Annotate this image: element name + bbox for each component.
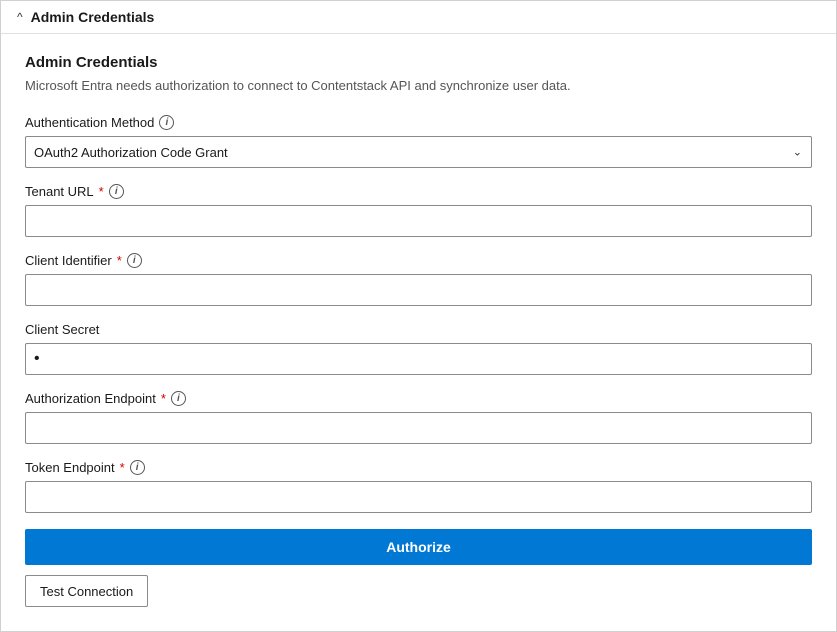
auth-method-select[interactable]: OAuth2 Authorization Code Grant Basic Au… [25, 136, 812, 168]
client-identifier-field: Client Identifier * i [25, 253, 812, 306]
admin-credentials-panel: ^ Admin Credentials Admin Credentials Mi… [0, 0, 837, 632]
tenant-url-label: Tenant URL * i [25, 184, 812, 199]
tenant-url-field: Tenant URL * i [25, 184, 812, 237]
tenant-url-input[interactable] [25, 205, 812, 237]
client-identifier-required: * [117, 253, 122, 268]
section-description: Microsoft Entra needs authorization to c… [25, 77, 812, 95]
collapse-icon: ^ [17, 10, 23, 24]
auth-endpoint-label: Authorization Endpoint * i [25, 391, 812, 406]
client-secret-input[interactable] [25, 343, 812, 375]
auth-method-field: Authentication Method i OAuth2 Authoriza… [25, 115, 812, 168]
client-identifier-input[interactable] [25, 274, 812, 306]
token-endpoint-info-icon[interactable]: i [130, 460, 145, 475]
tenant-url-info-icon[interactable]: i [109, 184, 124, 199]
section-title: Admin Credentials [25, 54, 812, 71]
token-endpoint-label: Token Endpoint * i [25, 460, 812, 475]
auth-endpoint-required: * [161, 391, 166, 406]
auth-endpoint-input[interactable] [25, 412, 812, 444]
section-header[interactable]: ^ Admin Credentials [1, 1, 836, 34]
token-endpoint-input[interactable] [25, 481, 812, 513]
tenant-url-required: * [99, 184, 104, 199]
authorize-button[interactable]: Authorize [25, 529, 812, 565]
client-identifier-info-icon[interactable]: i [127, 253, 142, 268]
client-secret-field: Client Secret [25, 322, 812, 375]
client-identifier-label: Client Identifier * i [25, 253, 812, 268]
token-endpoint-required: * [120, 460, 125, 475]
test-connection-button[interactable]: Test Connection [25, 575, 148, 607]
auth-method-label: Authentication Method i [25, 115, 812, 130]
client-secret-label: Client Secret [25, 322, 812, 337]
auth-method-info-icon[interactable]: i [159, 115, 174, 130]
section-content: Admin Credentials Microsoft Entra needs … [1, 34, 836, 631]
auth-endpoint-info-icon[interactable]: i [171, 391, 186, 406]
auth-method-select-wrapper: OAuth2 Authorization Code Grant Basic Au… [25, 136, 812, 168]
auth-endpoint-field: Authorization Endpoint * i [25, 391, 812, 444]
section-header-title: Admin Credentials [31, 9, 155, 25]
token-endpoint-field: Token Endpoint * i [25, 460, 812, 513]
